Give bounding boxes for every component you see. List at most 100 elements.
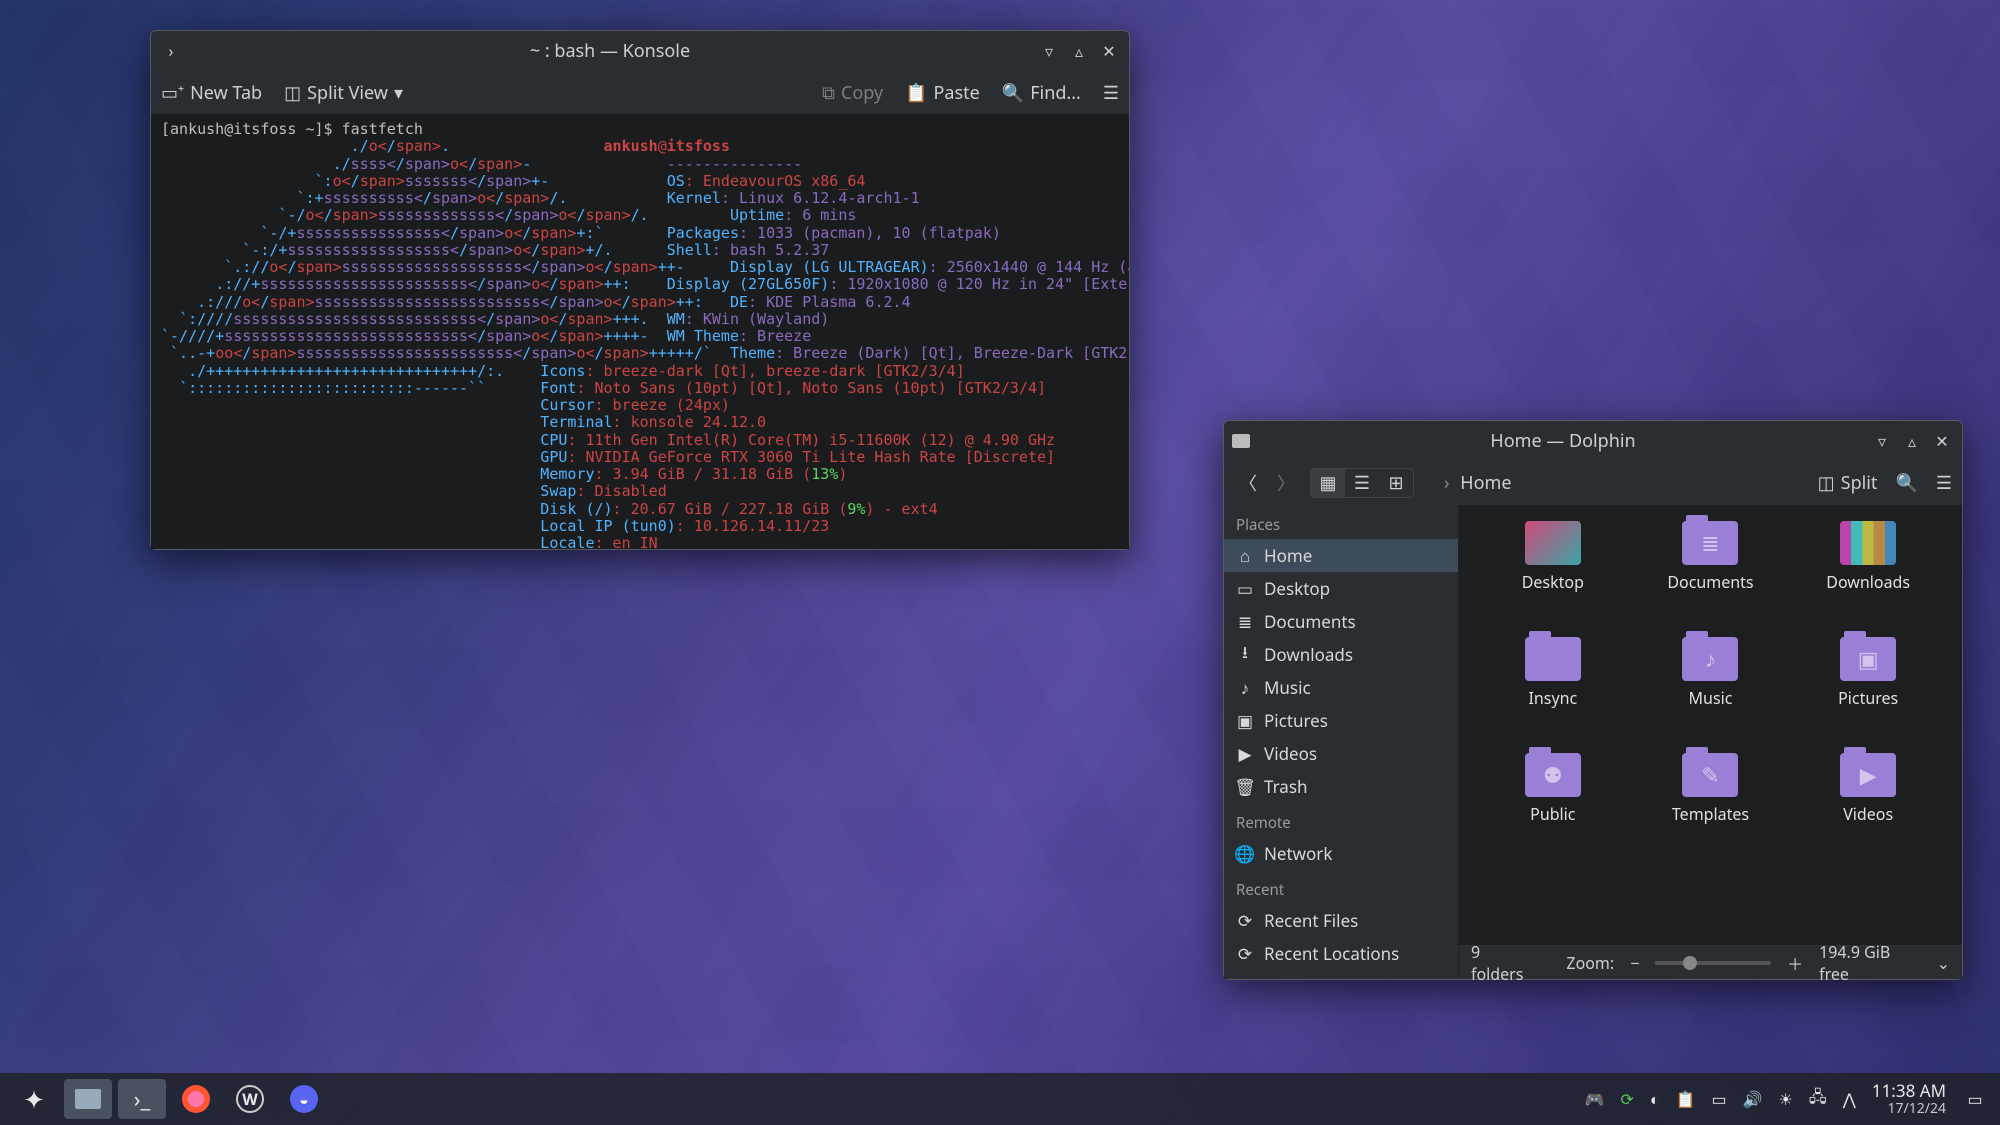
hamburger-menu-button[interactable]: ☰ [1103,81,1119,105]
close-button[interactable]: ✕ [1097,39,1121,63]
back-button[interactable]: 〈 [1234,470,1262,496]
item-count: 9 folders [1471,941,1534,985]
sidebar-item-label: Recent Files [1264,909,1358,932]
dolphin-sidebar: Places⌂Home▭Desktop≣Documents⭳Downloads♪… [1224,505,1459,979]
dolphin-title-bar[interactable]: Home — Dolphin ▿ ▵ ✕ [1224,421,1962,461]
clock-time: 11:38 AM [1872,1082,1946,1101]
tray-gamepad-icon[interactable]: 🎮 [1585,1088,1605,1110]
close-button[interactable]: ✕ [1930,429,1954,453]
sidebar-item-label: Music [1264,676,1311,699]
tray-network-icon[interactable]: 🖧 [1809,1085,1827,1113]
forward-button[interactable]: 〉 [1272,470,1300,496]
task-konsole[interactable]: ›_ [118,1079,166,1119]
folder-music[interactable]: ♪Music [1637,637,1785,747]
app-launcher-button[interactable]: ✦ [10,1079,58,1119]
copy-button[interactable]: ⧉ Copy [822,81,883,105]
maximize-button[interactable]: ▵ [1900,429,1924,453]
sidebar-item-label: Trash [1264,775,1307,798]
task-dolphin[interactable] [64,1079,112,1119]
sidebar-item-trash[interactable]: 🗑 Trash [1224,770,1458,803]
task-discord[interactable]: ◒ [280,1079,328,1119]
clock-icon: ⟳ [1236,945,1254,963]
minimize-button[interactable]: ▿ [1870,429,1894,453]
downloads-icon: ⭳ [1236,646,1254,664]
task-brave[interactable] [172,1079,220,1119]
sidebar-item-network[interactable]: 🌐Network [1224,837,1458,870]
task-app-w[interactable]: W [226,1079,274,1119]
folder-label: Public [1530,803,1575,825]
sidebar-item-label: Network [1264,842,1332,865]
sidebar-item-recent-locations[interactable]: ⟳ Recent Locations [1224,937,1458,970]
folder-pictures[interactable]: ▣ Pictures [1794,637,1942,747]
music-icon: ♪ [1236,679,1254,697]
chevron-right-icon: › [1444,471,1450,495]
details-view-button[interactable]: ⊞ [1379,469,1413,497]
folder-videos[interactable]: ▶Videos [1794,753,1942,863]
show-desktop-button[interactable]: ▭ [1960,1079,1990,1119]
folder-templates[interactable]: ✎Templates [1637,753,1785,863]
hamburger-menu-button[interactable]: ☰ [1936,471,1952,495]
find-button[interactable]: 🔍 Find... [1002,81,1081,105]
folder-label: Documents [1667,571,1753,593]
compact-view-button[interactable]: ☰ [1345,469,1379,497]
tray-volume-icon[interactable]: 🔊 [1743,1088,1763,1110]
tray-expand-icon[interactable]: ⋀ [1843,1088,1856,1110]
folder-desktop[interactable]: Desktop [1479,521,1627,631]
folder-glyph-icon: ▶ [1840,753,1896,797]
folder-public[interactable]: ⚉Public [1479,753,1627,863]
sidebar-item-recent-files[interactable]: ⟳Recent Files [1224,904,1458,937]
zoom-out-button[interactable]: − [1630,952,1639,974]
folder-insync[interactable]: Insync [1479,637,1627,747]
folder-downloads[interactable]: Downloads [1794,521,1942,631]
folder-label: Desktop [1522,571,1584,593]
konsole-title: ~ : bash — Konsole [189,39,1031,63]
terminal-area[interactable]: [ankush@itsfoss ~]$ fastfetch ./o</span>… [151,115,1129,549]
tray-update-icon[interactable]: ⟳ [1620,1088,1633,1110]
sidebar-item-documents[interactable]: ≣Documents [1224,605,1458,638]
split-icon: ◫ [1818,471,1835,495]
folder-icon: ✎ [1682,753,1738,797]
sidebar-item-pictures[interactable]: ▣Pictures [1224,704,1458,737]
chevron-down-icon[interactable]: ⌄ [1937,952,1950,974]
tray-notification-icon[interactable]: ▭ [1711,1088,1726,1110]
sidebar-item-downloads[interactable]: ⭳Downloads [1224,638,1458,671]
zoom-label: Zoom: [1566,952,1614,974]
minimize-button[interactable]: ▿ [1037,39,1061,63]
konsole-title-bar[interactable]: › ~ : bash — Konsole ▿ ▵ ✕ [151,31,1129,71]
zoom-in-button[interactable]: ＋ [1787,951,1803,975]
tray-app-icon[interactable]: ◐ [1650,1088,1660,1110]
sidebar-item-label: Pictures [1264,709,1328,732]
folder-icon: ▣ [1840,637,1896,681]
system-tray: 🎮 ⟳ ◐ 📋 ▭ 🔊 ☀ 🖧 ⋀ [1585,1085,1856,1113]
sidebar-item-home[interactable]: ⌂Home [1224,539,1458,572]
search-icon: 🔍 [1002,81,1024,105]
sidebar-section-label: Remote [1224,803,1458,837]
trash-icon: 🗑 [1236,778,1254,796]
folder-documents[interactable]: ≣Documents [1637,521,1785,631]
app-menu-icon[interactable]: › [159,39,183,63]
sidebar-item-desktop[interactable]: ▭Desktop [1224,572,1458,605]
taskbar-clock[interactable]: 11:38 AM 17/12/24 [1872,1082,1946,1116]
paste-button[interactable]: 📋 Paste [905,81,980,105]
split-view-icon: ◫ [284,81,301,105]
zoom-slider[interactable] [1655,961,1771,965]
sidebar-item-music[interactable]: ♪ Music [1224,671,1458,704]
maximize-button[interactable]: ▵ [1067,39,1091,63]
sidebar-item-label: Desktop [1264,577,1330,600]
search-button[interactable]: 🔍 [1895,471,1917,495]
folder-label: Pictures [1838,687,1898,709]
breadcrumb[interactable]: › Home [1424,471,1808,495]
tray-brightness-icon[interactable]: ☀ [1779,1088,1793,1110]
tray-clipboard-icon[interactable]: 📋 [1676,1088,1696,1110]
folder-grid[interactable]: Desktop ≣Documents Downloads Insync ♪Music ▣ P… [1459,505,1962,945]
folder-label: Insync [1528,687,1577,709]
konsole-window: › ~ : bash — Konsole ▿ ▵ ✕ ▭⁺ New Tab ◫ … [150,30,1130,550]
sidebar-item-label: Recent Locations [1264,942,1399,965]
icons-view-button[interactable]: ▦ [1311,469,1345,497]
split-button[interactable]: ◫ Split [1818,471,1878,495]
folder-label: Downloads [1826,571,1910,593]
split-view-button[interactable]: ◫ Split View ▾ [284,81,403,105]
new-tab-button[interactable]: ▭⁺ New Tab [161,81,262,105]
folder-icon [1525,637,1581,681]
sidebar-item-videos[interactable]: ▶Videos [1224,737,1458,770]
